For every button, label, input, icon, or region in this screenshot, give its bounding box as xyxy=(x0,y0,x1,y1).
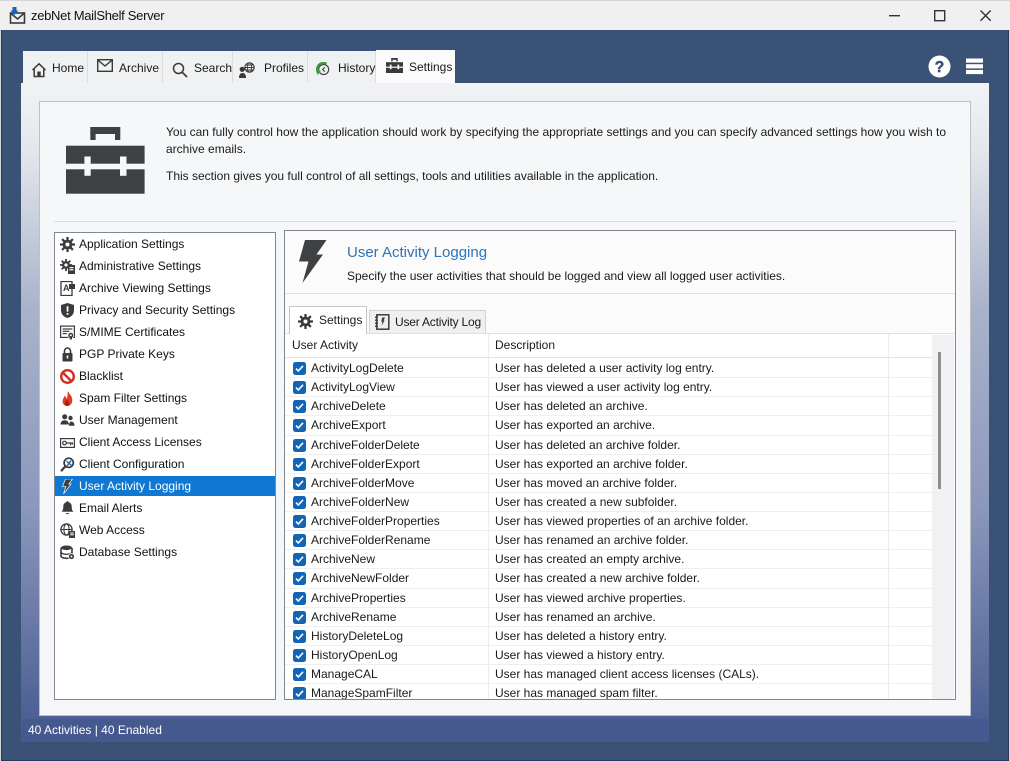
svg-text:?: ? xyxy=(935,59,944,76)
svg-text:A: A xyxy=(63,283,70,293)
